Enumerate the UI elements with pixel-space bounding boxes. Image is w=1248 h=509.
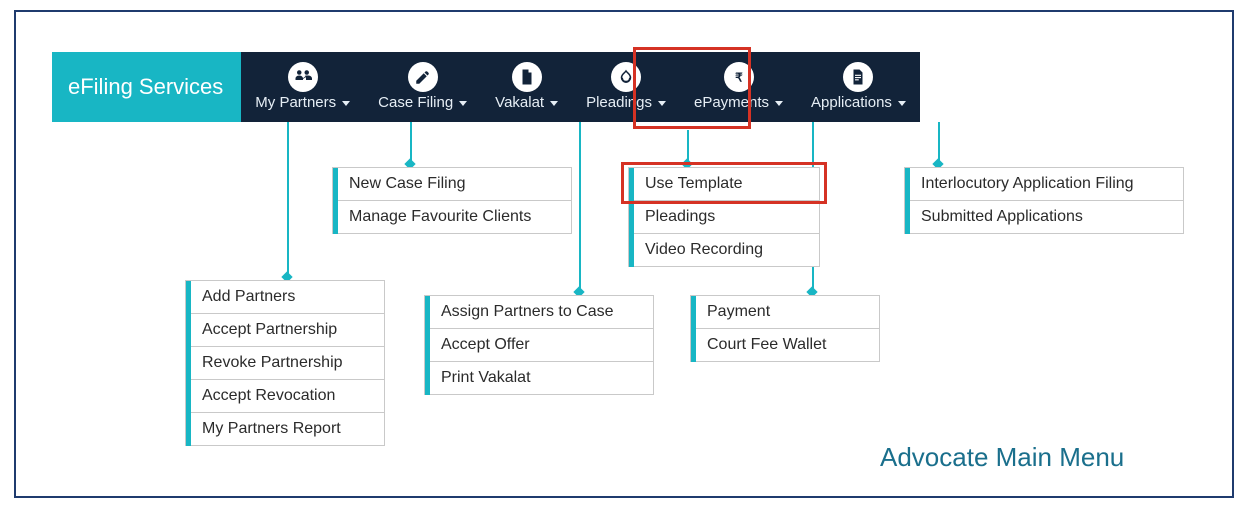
dd-item-new-case-filing[interactable]: New Case Filing	[333, 168, 571, 201]
nav-label: Case Filing	[378, 94, 453, 111]
dd-item-payment[interactable]: Payment	[691, 296, 879, 329]
navbar: eFiling Services My Partners Case Filing…	[52, 52, 920, 122]
nav-label: My Partners	[255, 94, 336, 111]
connector	[287, 122, 289, 277]
dd-item-add-partners[interactable]: Add Partners	[186, 281, 384, 314]
dropdown-stripe	[425, 296, 430, 395]
connector	[579, 122, 581, 292]
nav-case-filing[interactable]: Case Filing	[364, 52, 481, 122]
hands-icon	[611, 62, 641, 92]
chevron-down-icon	[550, 101, 558, 106]
nav-my-partners[interactable]: My Partners	[241, 52, 364, 122]
chevron-down-icon	[342, 101, 350, 106]
nav-label: ePayments	[694, 94, 769, 111]
dd-item-revoke-partnership[interactable]: Revoke Partnership	[186, 347, 384, 380]
dd-item-accept-revocation[interactable]: Accept Revocation	[186, 380, 384, 413]
partners-icon	[288, 62, 318, 92]
dropdown-stripe	[333, 168, 338, 234]
dd-item-submitted-applications[interactable]: Submitted Applications	[905, 201, 1183, 234]
dropdown-epayments: Payment Court Fee Wallet	[690, 295, 880, 362]
dd-item-video-recording[interactable]: Video Recording	[629, 234, 819, 267]
doc-icon	[843, 62, 873, 92]
brand: eFiling Services	[52, 52, 241, 122]
dropdown-stripe	[186, 281, 191, 446]
dd-item-court-fee-wallet[interactable]: Court Fee Wallet	[691, 329, 879, 362]
dd-item-pleadings[interactable]: Pleadings	[629, 201, 819, 234]
dropdown-stripe	[905, 168, 910, 234]
dropdown-my-partners: Add Partners Accept Partnership Revoke P…	[185, 280, 385, 446]
dd-item-accept-offer[interactable]: Accept Offer	[425, 329, 653, 362]
caption: Advocate Main Menu	[880, 442, 1124, 473]
rupee-icon: ₹	[724, 62, 754, 92]
dropdown-pleadings: Use Template Pleadings Video Recording	[628, 167, 820, 267]
file-icon	[512, 62, 542, 92]
dd-item-interlocutory-filing[interactable]: Interlocutory Application Filing	[905, 168, 1183, 201]
dd-item-assign-partners[interactable]: Assign Partners to Case	[425, 296, 653, 329]
nav-label: Applications	[811, 94, 892, 111]
dd-item-manage-favourite-clients[interactable]: Manage Favourite Clients	[333, 201, 571, 234]
chevron-down-icon	[898, 101, 906, 106]
chevron-down-icon	[658, 101, 666, 106]
chevron-down-icon	[459, 101, 467, 106]
dd-item-use-template[interactable]: Use Template	[629, 168, 819, 201]
nav-pleadings[interactable]: Pleadings	[572, 52, 680, 122]
svg-text:₹: ₹	[735, 70, 743, 84]
nav-epayments[interactable]: ₹ ePayments	[680, 52, 797, 122]
nav-label: Pleadings	[586, 94, 652, 111]
dropdown-stripe	[691, 296, 696, 362]
dd-item-my-partners-report[interactable]: My Partners Report	[186, 413, 384, 446]
chevron-down-icon	[775, 101, 783, 106]
pencil-icon	[408, 62, 438, 92]
dropdown-case-filing: New Case Filing Manage Favourite Clients	[332, 167, 572, 234]
dd-item-accept-partnership[interactable]: Accept Partnership	[186, 314, 384, 347]
nav-label: Vakalat	[495, 94, 544, 111]
dd-item-print-vakalat[interactable]: Print Vakalat	[425, 362, 653, 395]
dropdown-stripe	[629, 168, 634, 267]
nav-vakalat[interactable]: Vakalat	[481, 52, 572, 122]
nav-applications[interactable]: Applications	[797, 52, 920, 122]
dropdown-applications: Interlocutory Application Filing Submitt…	[904, 167, 1184, 234]
dropdown-vakalat: Assign Partners to Case Accept Offer Pri…	[424, 295, 654, 395]
